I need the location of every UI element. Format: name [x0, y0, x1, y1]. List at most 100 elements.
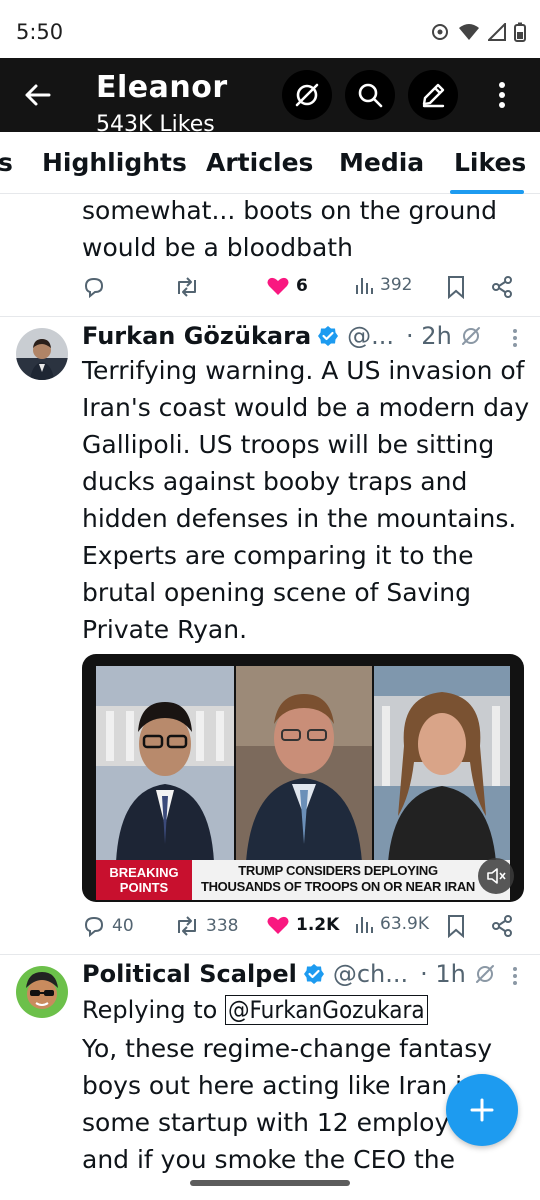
avatar-image	[16, 966, 68, 1018]
author-name[interactable]: Furkan Gözükara	[82, 322, 311, 350]
heart-icon	[267, 916, 289, 934]
tweet-time[interactable]: · 1h	[420, 960, 466, 988]
status-bar: 5:50	[0, 0, 540, 64]
edit-icon	[422, 83, 445, 108]
heart-icon	[267, 277, 289, 295]
bookmark-icon	[448, 276, 464, 299]
repost-button[interactable]	[174, 275, 200, 299]
reply-button[interactable]	[82, 275, 106, 299]
home-indicator[interactable]	[190, 1180, 350, 1186]
tweet-time[interactable]: · 2h	[406, 322, 452, 350]
search-icon	[358, 83, 383, 108]
profile-tabs: s Highlights Articles Media Likes	[0, 132, 540, 194]
view-count: 63.9K	[380, 914, 429, 934]
location-icon	[432, 24, 448, 40]
profile-header: Eleanor 543K Likes	[0, 58, 540, 132]
edit-profile-button[interactable]	[408, 70, 458, 120]
tweet-header: Political Scalpel @ch... · 1h	[82, 960, 496, 988]
views-button[interactable]: 63.9K	[354, 914, 429, 934]
grok-icon[interactable]	[460, 325, 482, 347]
views-icon	[356, 917, 373, 933]
mute-icon	[487, 868, 506, 884]
signal-icon	[488, 23, 506, 41]
views-icon	[356, 278, 373, 294]
avatar-image	[16, 328, 68, 380]
replying-to-handle[interactable]: @FurkanGozukara	[224, 995, 428, 1025]
replying-to: Replying to @FurkanGozukara	[82, 992, 532, 1029]
profile-name: Eleanor	[96, 70, 228, 105]
tweet-more-button[interactable]	[512, 328, 518, 353]
views-button[interactable]: 392	[354, 275, 412, 295]
tweet-header: Furkan Gözükara @... · 2h	[82, 322, 482, 350]
tweet-actions: 40 338 1.2K 63.9K	[82, 914, 532, 944]
grok-icon	[295, 83, 319, 107]
avatar[interactable]	[16, 328, 68, 380]
tweet-text-line: Gallipoli. US troops will be sitting	[82, 430, 495, 459]
feed-divider	[0, 954, 540, 955]
tab-highlights[interactable]: Highlights	[42, 148, 187, 177]
share-icon	[492, 915, 512, 937]
grok-icon[interactable]	[474, 963, 496, 985]
tweet-text: Terrifying warning. A US invasion of Ira…	[82, 352, 532, 648]
tab-media[interactable]: Media	[339, 148, 424, 177]
reply-icon	[84, 916, 104, 938]
profile-likes-count: 543K Likes	[96, 112, 215, 132]
plus-icon	[470, 1098, 494, 1122]
verified-icon	[318, 326, 339, 346]
repost-count: 338	[206, 916, 239, 936]
battery-icon	[514, 22, 526, 42]
video-panel-left	[96, 666, 234, 862]
share-button[interactable]	[490, 275, 514, 299]
tweet-text-line: would be a bloodbath	[82, 233, 353, 262]
tweet-text-line: Yo, these regime-change fantasy	[82, 1034, 493, 1063]
repost-button[interactable]: 338	[174, 914, 238, 938]
avatar[interactable]	[16, 966, 68, 1018]
wifi-icon	[459, 24, 479, 40]
tweet-text-line: Experts are comparing it to the	[82, 541, 474, 570]
repost-icon	[178, 277, 196, 297]
compose-post-button[interactable]	[446, 1074, 518, 1146]
reply-icon	[84, 277, 104, 299]
tweet-text-line: Private Ryan.	[82, 615, 248, 644]
status-time: 5:50	[16, 20, 64, 44]
news-banner: BREAKING POINTS TRUMP CONSIDERS DEPLOYIN…	[96, 860, 510, 900]
bookmark-icon	[448, 915, 464, 938]
like-button[interactable]: 6	[266, 275, 308, 297]
tab-articles[interactable]: Articles	[206, 148, 313, 177]
tab-likes[interactable]: Likes	[454, 148, 526, 177]
mute-button[interactable]	[478, 858, 514, 894]
video-panel-right	[374, 666, 510, 862]
tweet-text-line: hidden defenses in the mountains.	[82, 504, 517, 533]
bookmark-button[interactable]	[446, 914, 466, 938]
reply-button[interactable]: 40	[82, 914, 134, 938]
more-vert-icon	[513, 967, 517, 985]
replying-to-label: Replying to	[82, 996, 218, 1024]
tweet-actions: 6 392	[82, 275, 532, 305]
share-button[interactable]	[490, 914, 514, 938]
video-panel-center	[236, 666, 372, 862]
tweet-text: somewhat... boots on the ground would be…	[82, 192, 522, 266]
author-name[interactable]: Political Scalpel	[82, 960, 297, 988]
feed-divider	[0, 316, 540, 317]
tweet-text-line: and if you smoke the CEO the	[82, 1145, 456, 1174]
author-handle[interactable]: @...	[347, 322, 394, 350]
tweet-more-button[interactable]	[512, 966, 518, 991]
more-options-button[interactable]	[482, 70, 522, 120]
tweet-text-line: Iran's coast would be a modern day	[82, 393, 530, 422]
tweet-video[interactable]: BREAKING POINTS TRUMP CONSIDERS DEPLOYIN…	[82, 654, 524, 902]
like-count: 6	[296, 276, 308, 296]
status-icons	[430, 22, 526, 42]
reply-count: 40	[112, 916, 134, 936]
like-button[interactable]: 1.2K	[266, 914, 339, 936]
bookmark-button[interactable]	[446, 275, 466, 299]
banner-show-name: BREAKING POINTS	[96, 860, 192, 900]
view-count: 392	[380, 275, 413, 295]
more-vert-icon	[499, 82, 505, 108]
search-button[interactable]	[345, 70, 395, 120]
author-handle[interactable]: @ch...	[333, 960, 408, 988]
like-count: 1.2K	[296, 915, 340, 935]
back-button[interactable]	[18, 76, 56, 114]
tab-replies[interactable]: s	[0, 148, 13, 177]
tweet-text-line: somewhat... boots on the ground	[82, 196, 498, 225]
grok-button[interactable]	[282, 70, 332, 120]
